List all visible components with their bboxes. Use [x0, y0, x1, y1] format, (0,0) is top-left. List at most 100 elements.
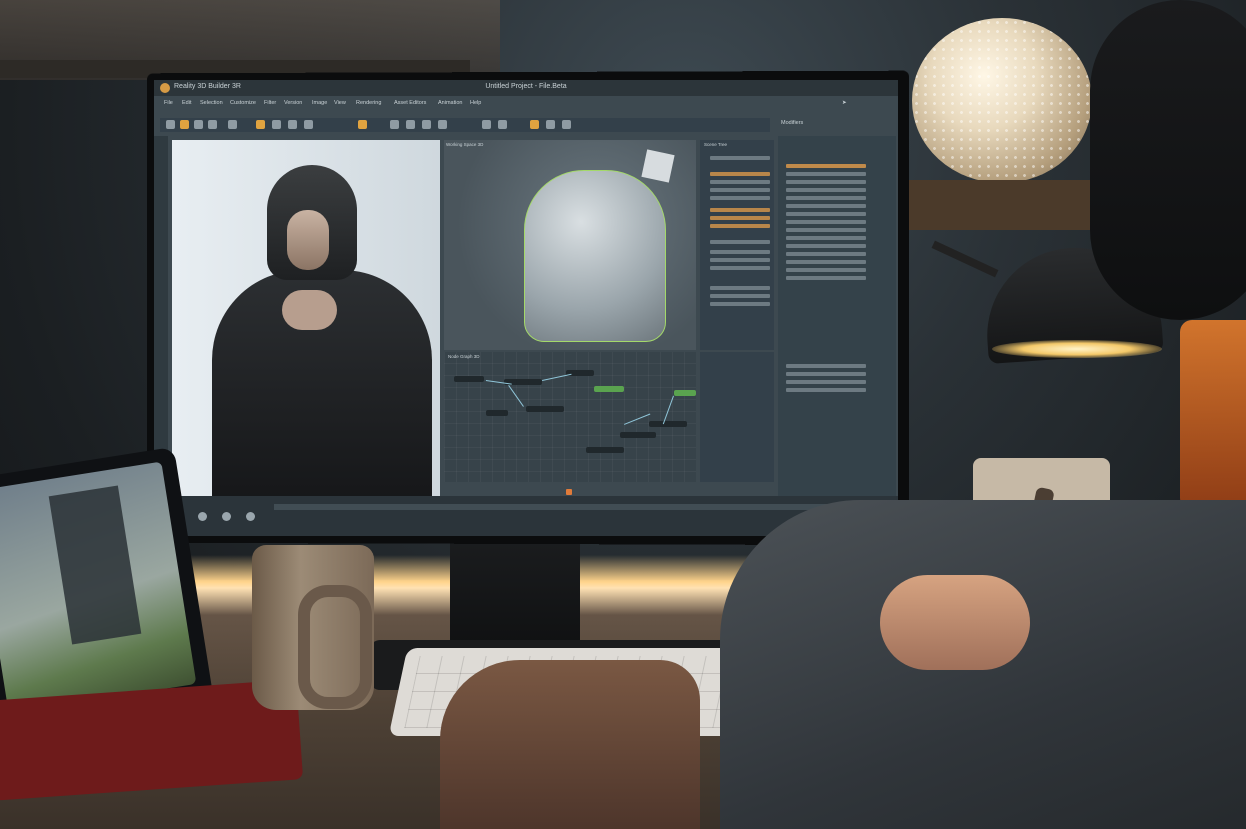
modifier-row[interactable] — [786, 180, 866, 184]
menu-version[interactable]: Version — [284, 100, 302, 106]
select-icon[interactable] — [228, 120, 237, 129]
graph-node[interactable] — [586, 447, 624, 453]
scene-row[interactable] — [710, 224, 770, 228]
modifiers-title: Modifiers — [781, 120, 804, 126]
properties-panel — [700, 352, 774, 482]
scene-row[interactable] — [710, 240, 770, 244]
desk-lamp-arm — [931, 240, 999, 278]
scene-row[interactable] — [710, 180, 770, 184]
orange-light — [1180, 320, 1246, 510]
scene-row[interactable] — [710, 216, 770, 220]
menu-view[interactable]: View — [334, 100, 346, 106]
mug-handle — [298, 585, 372, 709]
graph-node-active[interactable] — [594, 386, 624, 392]
scene-row[interactable] — [710, 156, 770, 160]
modifier-row[interactable] — [786, 228, 866, 232]
save-icon[interactable] — [194, 120, 203, 129]
graph-node[interactable] — [620, 432, 656, 438]
left-rail — [154, 136, 168, 496]
clay-model[interactable] — [524, 170, 666, 342]
scene-row[interactable] — [710, 172, 770, 176]
scene-row[interactable] — [710, 250, 770, 254]
scene-row[interactable] — [710, 188, 770, 192]
modifier-row[interactable] — [786, 372, 866, 376]
modifier-row[interactable] — [786, 260, 866, 264]
modifier-row[interactable] — [786, 276, 866, 280]
graph-node[interactable] — [454, 376, 484, 382]
menu-image[interactable]: Image — [312, 100, 327, 106]
modifier-row[interactable] — [786, 388, 866, 392]
modifier-row[interactable] — [786, 364, 866, 368]
globe-icon[interactable] — [546, 120, 555, 129]
scene-row[interactable] — [710, 294, 770, 298]
menu-rendering[interactable]: Rendering — [356, 100, 381, 106]
graph-node-active[interactable] — [674, 390, 696, 396]
move-icon[interactable] — [272, 120, 281, 129]
right-hand — [880, 575, 1030, 670]
play-icon[interactable] — [566, 489, 572, 495]
graph-node[interactable] — [486, 410, 508, 416]
bottom-tool-icon[interactable] — [222, 512, 231, 521]
measure-icon[interactable] — [498, 120, 507, 129]
scene-row[interactable] — [710, 196, 770, 200]
snap-icon[interactable] — [482, 120, 491, 129]
brush-icon[interactable] — [180, 120, 189, 129]
layer-icon[interactable] — [390, 120, 399, 129]
light-icon[interactable] — [422, 120, 431, 129]
person-head — [1090, 0, 1246, 320]
desk-lamp-glow — [992, 340, 1162, 358]
modifier-row[interactable] — [786, 236, 866, 240]
modifier-row[interactable] — [786, 268, 866, 272]
menu-edit[interactable]: Edit — [182, 100, 191, 106]
title-bar: Reality 3D Builder 3R Untitled Project -… — [154, 80, 898, 96]
scene-row[interactable] — [710, 266, 770, 270]
share-icon[interactable]: ➤ — [842, 100, 847, 106]
scene-tree-title: Scene Tree — [704, 142, 728, 147]
scale-icon[interactable] — [304, 120, 313, 129]
bottom-tool-icon[interactable] — [246, 512, 255, 521]
node-graph-title: Node Graph 3D — [448, 354, 480, 359]
modifier-row[interactable] — [786, 188, 866, 192]
graph-node[interactable] — [649, 421, 687, 427]
modifier-row[interactable] — [786, 244, 866, 248]
modifier-row[interactable] — [786, 212, 866, 216]
modifier-row[interactable] — [786, 164, 866, 168]
menu-asset-editors[interactable]: Asset Editors — [394, 100, 426, 106]
app-screen: Reality 3D Builder 3R Untitled Project -… — [154, 80, 898, 536]
menu-file[interactable]: File — [164, 100, 173, 106]
scene-row[interactable] — [710, 302, 770, 306]
menu-help[interactable]: Help — [470, 100, 481, 106]
scene-row[interactable] — [710, 208, 770, 212]
grid-icon[interactable] — [256, 120, 265, 129]
modifier-row[interactable] — [786, 172, 866, 176]
modifier-row[interactable] — [786, 204, 866, 208]
modifier-row[interactable] — [786, 220, 866, 224]
sun-icon[interactable] — [530, 120, 539, 129]
menu-animation[interactable]: Animation — [438, 100, 462, 106]
menu-bar: File Edit Selection Customize Filter Ver… — [154, 100, 898, 112]
menu-filter[interactable]: Filter — [264, 100, 276, 106]
menu-selection[interactable]: Selection — [200, 100, 223, 106]
scene-row[interactable] — [710, 258, 770, 262]
modifier-row[interactable] — [786, 252, 866, 256]
tool-icon[interactable] — [166, 120, 175, 129]
material-icon[interactable] — [438, 120, 447, 129]
scene-row[interactable] — [710, 286, 770, 290]
render-preview — [172, 140, 440, 502]
modifier-row[interactable] — [786, 380, 866, 384]
render-icon[interactable] — [358, 120, 367, 129]
menu-customize[interactable]: Customize — [230, 100, 256, 106]
globe-lamp-pattern — [912, 18, 1092, 183]
navigation-cube-icon[interactable] — [641, 149, 675, 183]
modifier-row[interactable] — [786, 196, 866, 200]
toolbar — [160, 118, 770, 132]
link-icon[interactable] — [208, 120, 217, 129]
project-title: Untitled Project - File.Beta — [485, 83, 567, 90]
camera-icon[interactable] — [406, 120, 415, 129]
graph-node[interactable] — [526, 406, 564, 412]
rotate-icon[interactable] — [288, 120, 297, 129]
settings-icon[interactable] — [562, 120, 571, 129]
left-hand — [440, 660, 700, 829]
timeline-track[interactable] — [274, 504, 874, 510]
bottom-tool-icon[interactable] — [198, 512, 207, 521]
